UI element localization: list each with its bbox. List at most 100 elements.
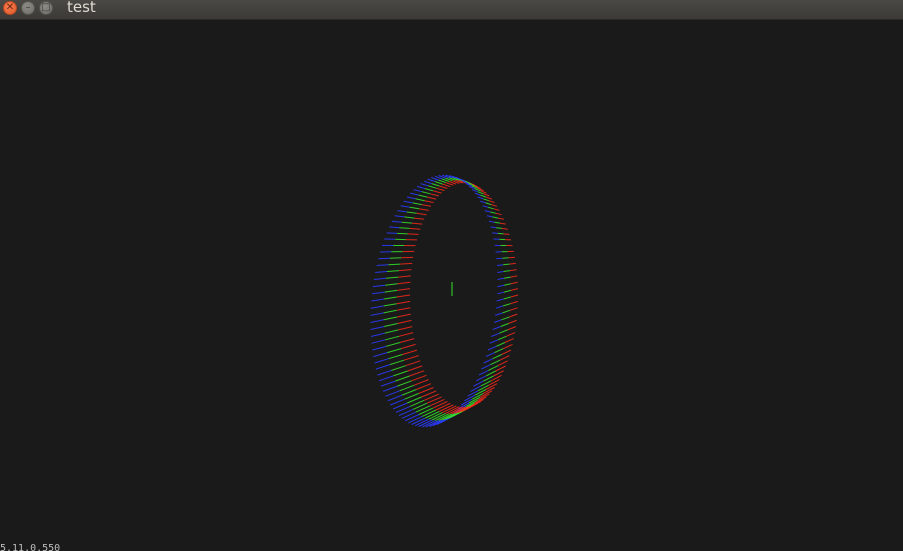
normal-segment [493,319,502,323]
normal-segment [499,329,508,334]
normal-segment [418,194,428,198]
normal-segment [495,365,507,372]
normal-segment [407,233,419,235]
normal-segment [431,177,439,181]
normal-segment [436,187,445,192]
normal-segment [492,232,498,234]
normal-segment [477,196,484,200]
maximize-icon: □ [41,2,51,13]
normal-segment [400,205,410,208]
normal-segment [432,401,448,409]
normal-segment [383,323,398,327]
normal-segment [374,358,389,364]
normal-segment [413,379,429,386]
normal-segment [415,198,425,202]
normal-segment [423,180,432,185]
normal-segment [416,212,427,216]
normal-segment [503,263,510,266]
normal-segment [494,221,501,224]
normal-segment [499,355,510,361]
normal-segment [507,326,516,331]
normal-segment [503,270,511,272]
normal-segment [490,211,497,214]
normal-segment [399,384,415,392]
normal-segment [402,349,418,355]
normal-segment [483,198,489,202]
normal-segment [503,343,513,350]
normal-segment [495,312,503,316]
normal-segment [410,192,419,196]
normal-segment [378,375,394,382]
normal-segment [491,204,498,207]
normal-segment [398,332,414,337]
normal-segment [490,226,497,229]
normal-segment [506,332,516,337]
normal-segment [397,319,412,324]
normal-segment [393,370,408,377]
normal-segment [383,303,397,307]
normal-segment [497,271,504,273]
close-window-button[interactable]: ✕ [3,1,17,15]
normal-segment [386,232,398,234]
normal-segment [480,194,487,198]
normal-segment [385,283,398,286]
normal-segment [503,289,512,293]
normal-segment [391,365,406,371]
minimize-window-button[interactable]: – [21,1,35,15]
normal-segment [404,414,420,422]
normal-segment [388,263,401,266]
normal-segment [401,389,417,396]
normal-segment [429,398,445,407]
normal-segment [383,309,397,314]
normal-segment [488,220,495,223]
normal-segment [389,359,405,366]
normal-segment [428,185,437,189]
normal-segment [509,307,518,311]
window-titlebar[interactable]: ✕ – □ test [0,0,903,20]
normal-segment [474,192,481,196]
normal-segment [421,191,431,195]
normal-segment [420,183,429,187]
normal-segment [397,288,411,291]
maximize-window-button[interactable]: □ [39,1,53,15]
normal-segment [427,178,436,183]
normal-segment [409,370,425,377]
normal-segment [370,332,385,337]
normal-segment [486,215,493,218]
normal-segment [499,222,506,225]
normal-segment [406,196,416,200]
normal-segment [372,284,386,288]
normal-segment [416,185,426,190]
normal-segment [509,313,518,318]
normal-segment [490,359,501,366]
normal-segment [474,396,487,404]
normal-segment [510,281,518,285]
normal-segment [496,342,506,347]
normal-segment [375,364,391,370]
normal-segment [496,264,504,266]
normal-segment [375,271,388,273]
normal-segment [394,215,405,218]
normal-segment [424,200,434,203]
normal-segment [396,300,411,305]
normal-segment [418,407,434,415]
normal-segment [467,390,479,397]
normal-segment [496,227,502,229]
normal-segment [494,348,504,354]
normal-segment [419,208,429,211]
normal-segment [391,220,402,223]
normal-segment [435,402,451,411]
normal-segment [385,335,400,341]
normal-segment [485,352,495,358]
normal-segment [497,277,505,280]
normal-segment [400,262,413,265]
normal-segment [435,181,443,185]
normal-segment [442,183,451,188]
gl-viewport[interactable] [0,20,903,551]
normal-segment [493,208,500,211]
normal-segment [399,227,410,229]
normal-segment [503,233,510,235]
normal-segment [497,284,505,288]
normal-segment [399,338,415,343]
normal-segment [495,212,502,216]
